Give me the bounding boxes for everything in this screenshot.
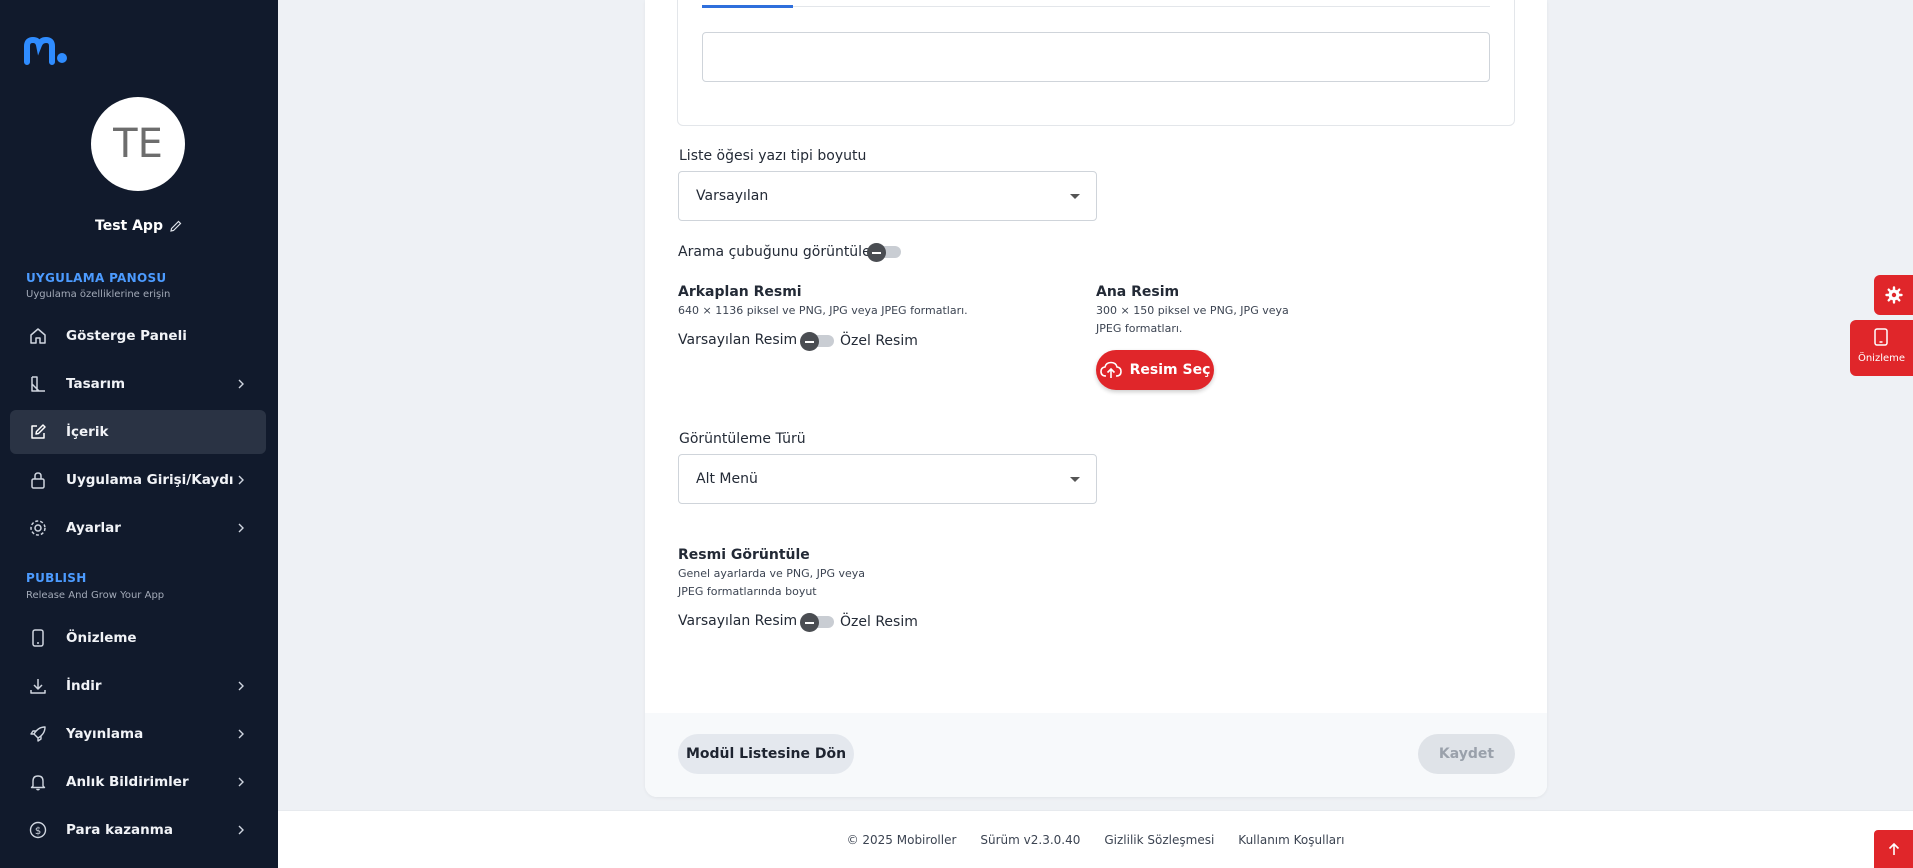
section-title-publish: PUBLISH: [26, 571, 87, 585]
background-custom-label: Özel Resim: [840, 333, 918, 349]
chevron-right-icon: [238, 825, 244, 835]
section-subtitle-publish: Release And Grow Your App: [26, 590, 165, 601]
search-bar-label: Arama çubuğunu görüntüle: [678, 244, 871, 260]
show-image-default-label: Varsayılan Resim: [678, 613, 798, 629]
sidebar-item-label: Anlık Bildirimler: [66, 774, 189, 790]
preview-fab-label: Önizleme: [1857, 353, 1906, 364]
sidebar-item-notifications[interactable]: Anlık Bildirimler: [10, 760, 266, 804]
rocket-icon: [30, 726, 46, 742]
main-image-title: Ana Resim: [1096, 284, 1180, 300]
text-input[interactable]: [702, 32, 1490, 82]
main-image-hint-1: 300 × 150 piksel ve PNG, JPG veya: [1096, 304, 1289, 317]
save-button[interactable]: Kaydet: [1418, 734, 1515, 774]
show-image-hint-2: JPEG formatlarında boyut: [678, 585, 817, 598]
sidebar-item-label: Gösterge Paneli: [66, 328, 187, 344]
phone-icon: [32, 629, 44, 647]
chevron-right-icon: [238, 523, 244, 533]
dollar-icon: $: [29, 821, 47, 839]
page-footer: © 2025 Mobiroller Sürüm v2.3.0.40 Gizlil…: [278, 810, 1913, 868]
gear-icon: [30, 520, 46, 536]
pencil-icon[interactable]: [169, 219, 183, 233]
arrow-up-icon: [1888, 842, 1899, 855]
cloud-upload-icon: [1099, 361, 1122, 378]
background-image-title: Arkaplan Resmi: [678, 284, 802, 300]
show-image-title: Resmi Görüntüle: [678, 547, 810, 563]
select-image-button[interactable]: Resim Seç: [1096, 350, 1214, 390]
home-icon: [30, 328, 46, 344]
caret-down-icon: [1070, 194, 1080, 199]
sidebar: TE Test App UYGULAMA PANOSU Uygulama öze…: [0, 0, 278, 868]
show-image-hint-1: Genel ayarlarda ve PNG, JPG veya: [678, 567, 866, 580]
sidebar-item-label: İçerik: [66, 424, 109, 440]
mobiroller-logo[interactable]: [24, 36, 70, 66]
section-title-dashboard: UYGULAMA PANOSU: [26, 271, 167, 285]
main-image-hint-2: JPEG formatları.: [1096, 322, 1183, 335]
background-default-label: Varsayılan Resim: [678, 332, 798, 348]
sidebar-item-label: İndir: [66, 678, 102, 694]
sidebar-item-label: Önizleme: [66, 630, 137, 646]
font-size-label: Liste öğesi yazı tipi boyutu: [679, 148, 867, 164]
app-name-label: Test App: [95, 218, 163, 234]
show-image-custom-label: Özel Resim: [840, 614, 918, 630]
svg-text:$: $: [35, 826, 41, 837]
display-type-value: Alt Menü: [696, 471, 758, 487]
tab-active-indicator[interactable]: [702, 5, 793, 8]
sidebar-item-settings[interactable]: Ayarlar: [10, 506, 266, 550]
avatar: TE: [91, 97, 185, 191]
sidebar-item-label: Uygulama Girişi/Kaydı: [66, 472, 234, 488]
design-icon: [31, 376, 45, 392]
sidebar-item-download[interactable]: İndir: [10, 664, 266, 708]
sidebar-item-dashboard[interactable]: Gösterge Paneli: [10, 314, 266, 358]
phone-icon: [1874, 328, 1888, 346]
sidebar-item-content[interactable]: İçerik: [10, 410, 266, 454]
chevron-right-icon: [238, 681, 244, 691]
sidebar-item-label: Para kazanma: [66, 822, 173, 838]
display-type-select[interactable]: Alt Menü: [678, 454, 1097, 504]
copyright-text: © 2025 Mobiroller: [846, 833, 957, 847]
sidebar-item-design[interactable]: Tasarım: [10, 362, 266, 406]
sidebar-item-preview[interactable]: Önizleme: [10, 616, 266, 660]
caret-down-icon: [1070, 477, 1080, 482]
background-image-hint: 640 × 1136 piksel ve PNG, JPG veya JPEG …: [678, 304, 968, 317]
font-size-value: Varsayılan: [696, 188, 769, 204]
preview-fab[interactable]: Önizleme: [1850, 320, 1913, 376]
lock-icon: [31, 472, 45, 489]
gear-icon: [1884, 286, 1903, 304]
version-text: Sürüm v2.3.0.40: [980, 833, 1081, 847]
scroll-to-top-button[interactable]: [1874, 830, 1913, 868]
chevron-right-icon: [238, 729, 244, 739]
chevron-right-icon: [238, 777, 244, 787]
sidebar-item-monetization[interactable]: $ Para kazanma: [10, 808, 266, 852]
sidebar-item-label: Ayarlar: [66, 520, 121, 536]
sidebar-item-label: Yayınlama: [66, 726, 144, 742]
search-bar-toggle[interactable]: [867, 243, 903, 262]
show-image-toggle[interactable]: [800, 613, 836, 632]
sidebar-item-login[interactable]: Uygulama Girişi/Kaydı: [10, 458, 266, 502]
background-image-toggle[interactable]: [800, 332, 836, 351]
bell-icon: [30, 775, 46, 791]
select-image-label: Resim Seç: [1129, 362, 1211, 378]
chevron-right-icon: [238, 379, 244, 389]
tab-divider: [702, 6, 1490, 7]
privacy-link[interactable]: Gizlilik Sözleşmesi: [1104, 833, 1214, 847]
chevron-right-icon: [238, 475, 244, 485]
back-to-modules-button[interactable]: Modül Listesine Dön: [678, 734, 854, 774]
settings-fab[interactable]: [1874, 275, 1913, 315]
download-icon: [30, 679, 46, 694]
sidebar-item-publishing[interactable]: Yayınlama: [10, 712, 266, 756]
app-name[interactable]: Test App: [0, 218, 278, 234]
terms-link[interactable]: Kullanım Koşulları: [1238, 833, 1344, 847]
font-size-select[interactable]: Varsayılan: [678, 171, 1097, 221]
sidebar-item-label: Tasarım: [66, 376, 126, 392]
display-type-label: Görüntüleme Türü: [679, 431, 806, 447]
edit-icon: [31, 424, 46, 439]
section-subtitle-dashboard: Uygulama özelliklerine erişin: [26, 289, 171, 300]
